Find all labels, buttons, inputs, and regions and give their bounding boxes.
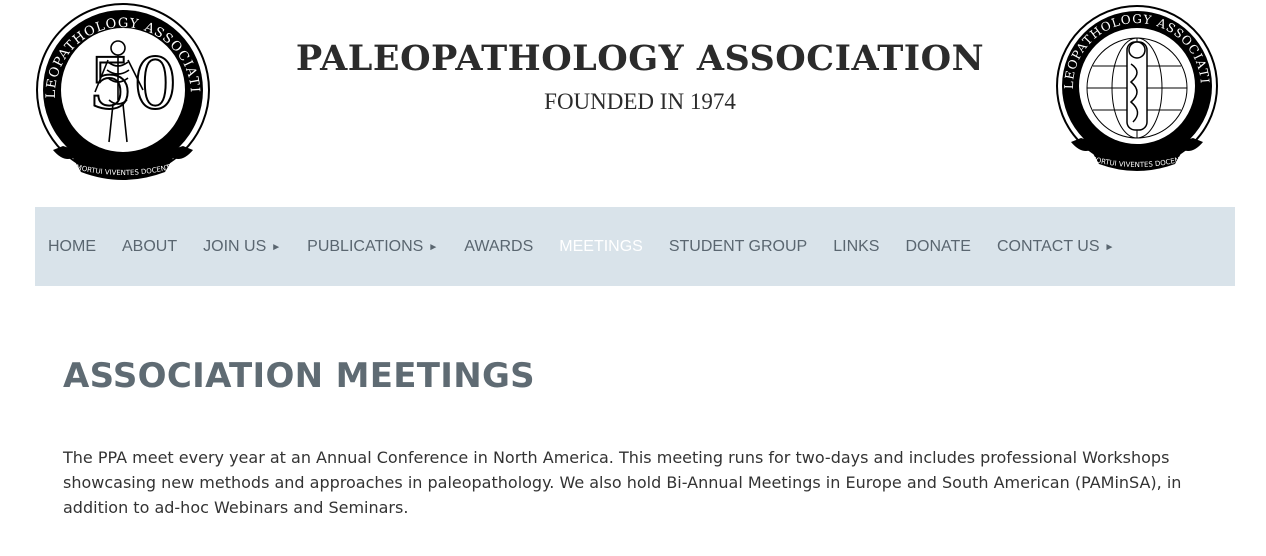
nav-item-label: CONTACT US <box>996 237 1100 255</box>
nav-item-meetings[interactable]: MEETINGS <box>559 238 643 256</box>
mummy-globe-seal-icon: PALEOPATHOLOGY ASSOCIATION MORTUI VIVENT… <box>1047 0 1218 171</box>
nav-item-label: AWARDS <box>464 237 534 255</box>
page-title: ASSOCIATION MEETINGS <box>63 356 535 396</box>
nav-item-contact-us[interactable]: CONTACT US ► <box>997 238 1114 256</box>
submenu-arrow-icon: ► <box>1104 241 1115 253</box>
nav-item-about[interactable]: ABOUT <box>122 238 177 256</box>
intro-paragraph: The PPA meet every year at an Annual Con… <box>63 448 1182 517</box>
nav-item-label: JOIN US <box>203 237 267 255</box>
nav-item-join-us[interactable]: JOIN US ► <box>203 238 281 256</box>
nav-item-label: MEETINGS <box>559 237 643 255</box>
nav-list: HOME ABOUT JOIN US ► PUBLICATIONS ► AWARDS… <box>35 207 1235 286</box>
nav-item-student-group[interactable]: STUDENT GROUP <box>669 238 807 256</box>
association-globe-logo[interactable]: PALEOPATHOLOGY ASSOCIATION MORTUI VIVENT… <box>1047 0 1221 184</box>
nav-item-links[interactable]: LINKS <box>833 238 879 256</box>
nav-item-label: HOME <box>48 237 96 255</box>
nav-item-label: DONATE <box>905 237 971 255</box>
nav-item-publications[interactable]: PUBLICATIONS ► <box>307 238 438 256</box>
nav-item-label: ABOUT <box>122 237 178 255</box>
nav-item-awards[interactable]: AWARDS <box>464 238 533 256</box>
nav-item-donate[interactable]: DONATE <box>905 238 970 256</box>
nav-item-label: STUDENT GROUP <box>668 237 808 255</box>
main-navbar: HOME ABOUT JOIN US ► PUBLICATIONS ► AWARDS… <box>35 207 1235 286</box>
submenu-arrow-icon: ► <box>271 241 282 253</box>
nav-item-label: LINKS <box>833 237 880 255</box>
submenu-arrow-icon: ► <box>428 241 439 253</box>
nav-item-home[interactable]: HOME <box>48 238 96 256</box>
nav-item-label: PUBLICATIONS <box>307 237 424 255</box>
